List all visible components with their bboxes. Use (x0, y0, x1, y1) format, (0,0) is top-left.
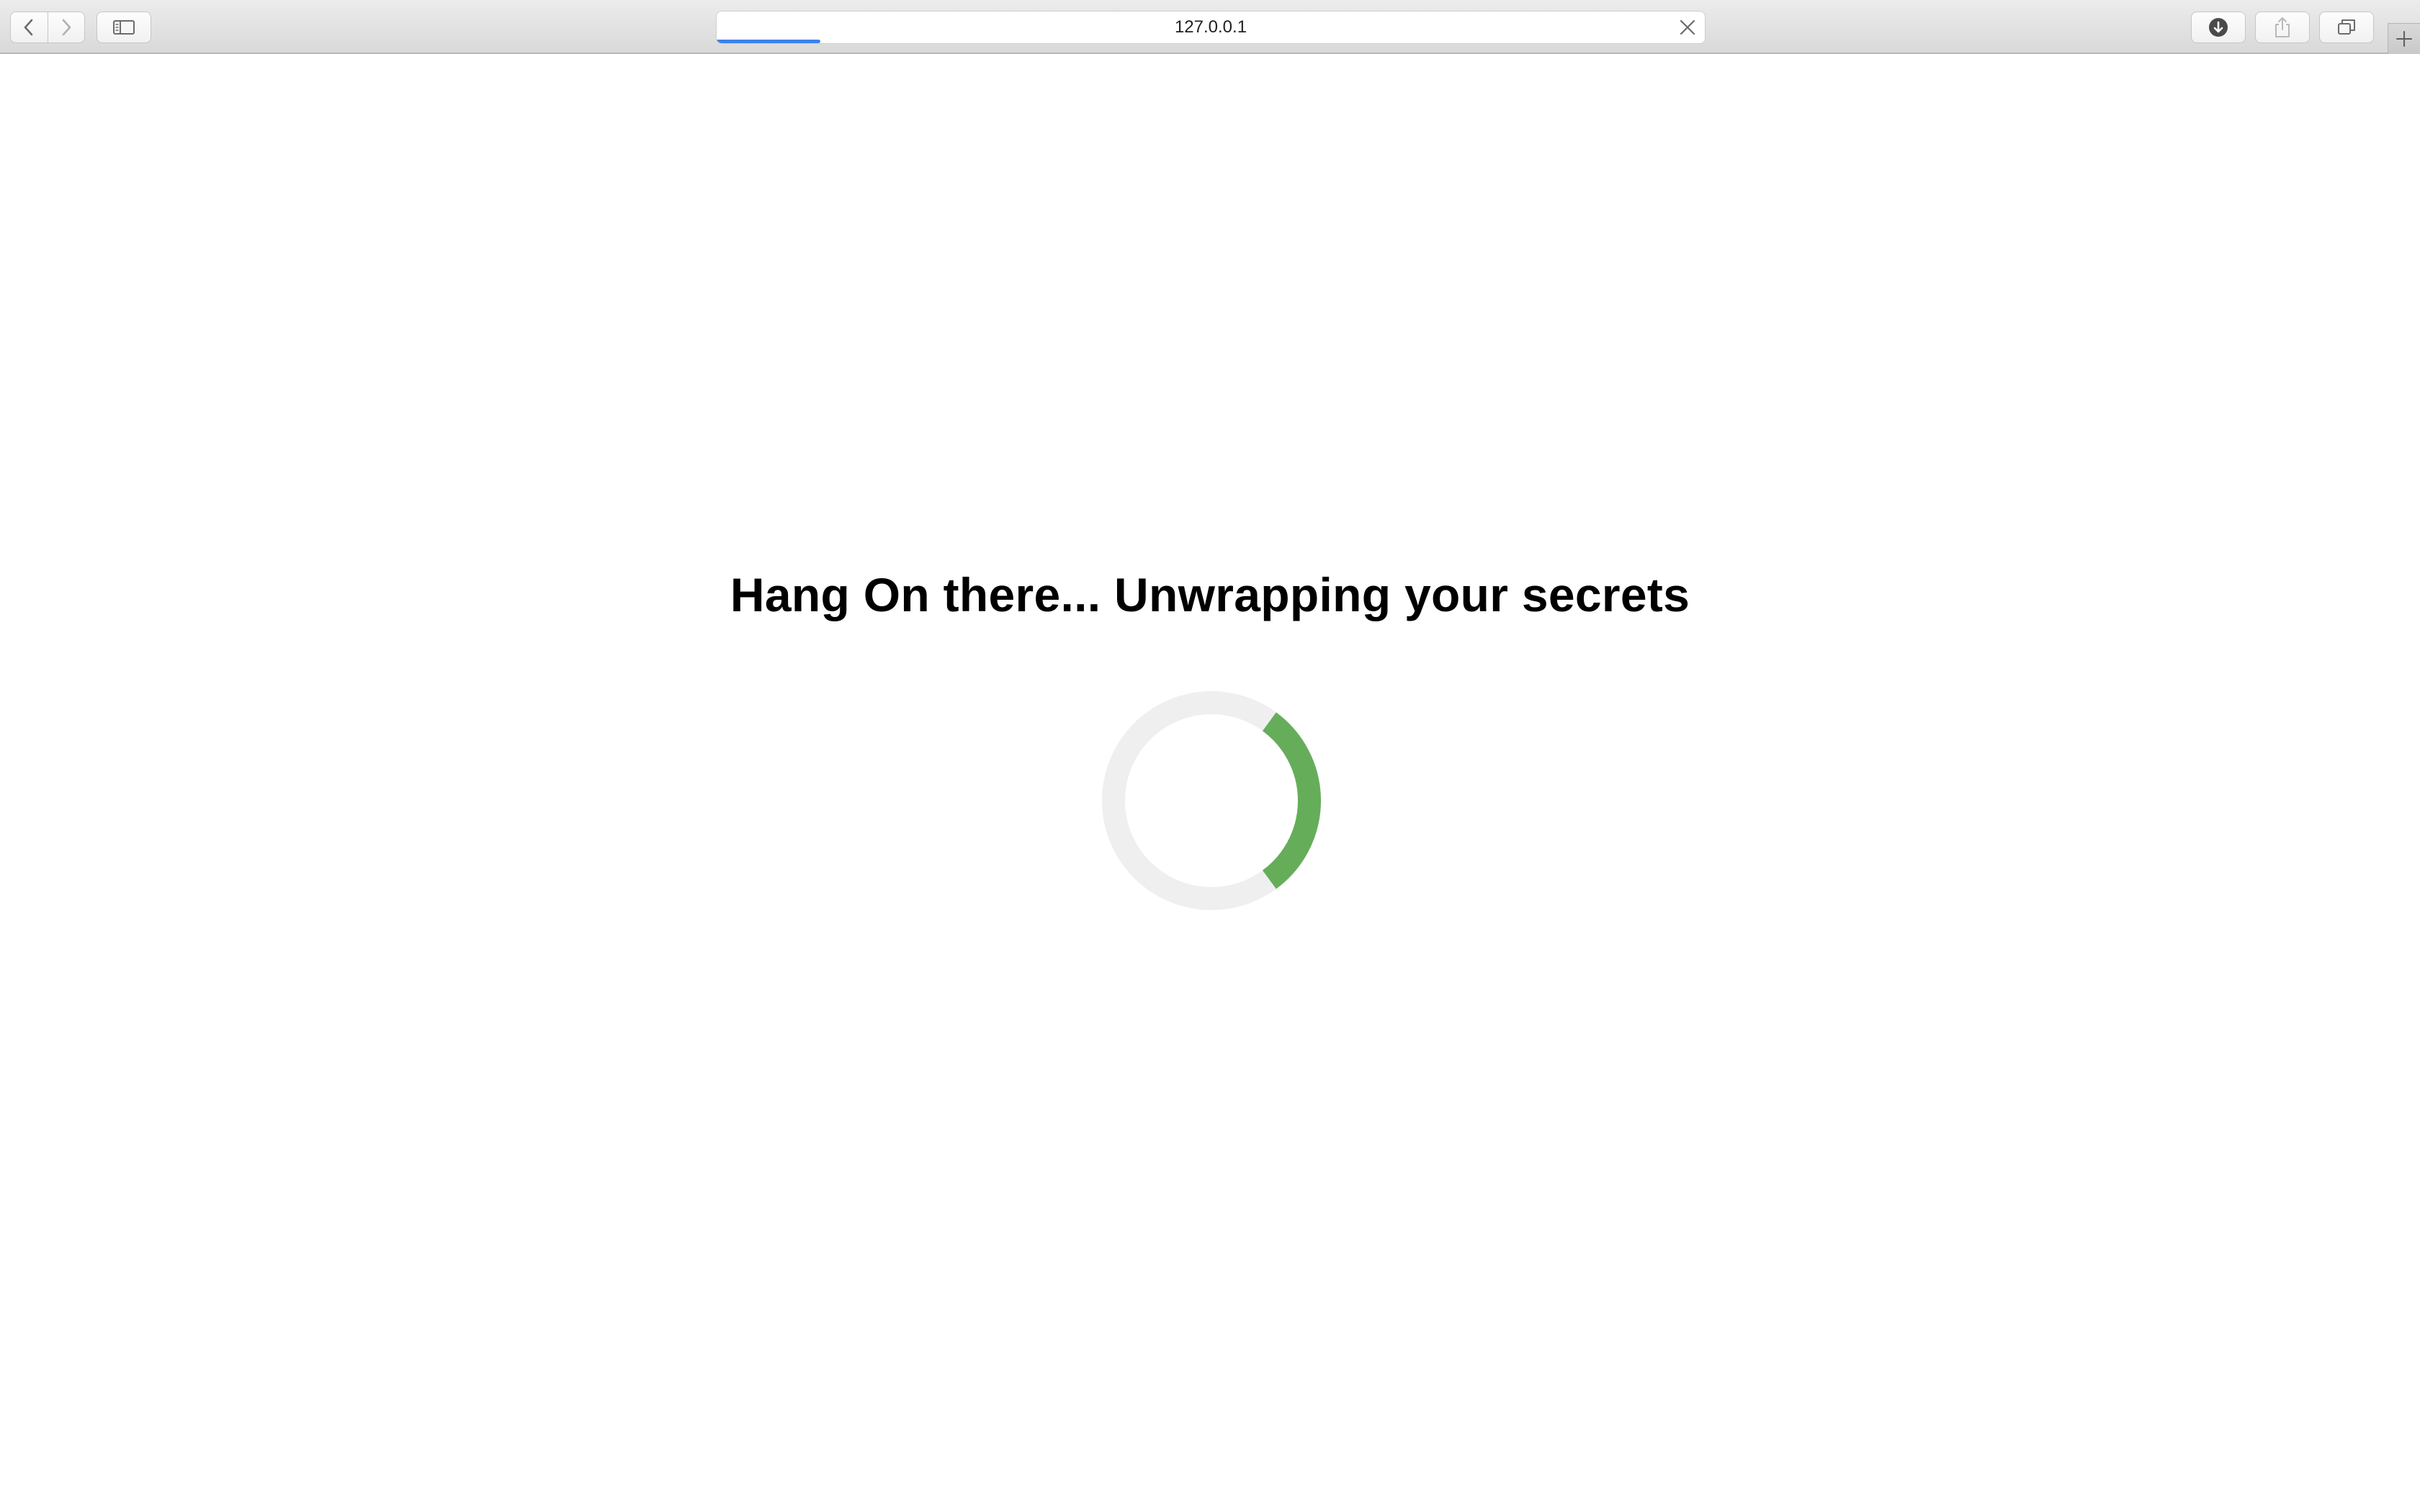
close-icon (1680, 19, 1695, 35)
chevron-left-icon (24, 19, 33, 36)
browser-toolbar: 127.0.0.1 (0, 0, 2420, 54)
sidebar-button[interactable] (97, 12, 151, 43)
address-bar[interactable]: 127.0.0.1 (716, 11, 1706, 44)
url-text[interactable]: 127.0.0.1 (717, 12, 1705, 43)
share-button[interactable] (2255, 12, 2310, 43)
navigation-buttons (10, 12, 85, 43)
back-button[interactable] (11, 12, 48, 42)
tabs-icon (2338, 19, 2355, 35)
forward-button[interactable] (47, 12, 85, 42)
chevron-right-icon (62, 19, 71, 36)
page-content: Hang On there... Unwrapping your secrets (0, 55, 2420, 1512)
stop-loading-button[interactable] (1677, 17, 1698, 37)
loading-spinner (1102, 691, 1321, 910)
show-tabs-button[interactable] (2319, 12, 2374, 43)
share-icon (2275, 17, 2290, 37)
download-icon (2209, 18, 2228, 37)
sidebar-icon (113, 20, 135, 35)
new-tab-button[interactable] (2388, 23, 2420, 54)
loading-heading: Hang On there... Unwrapping your secrets (730, 568, 1690, 621)
downloads-button[interactable] (2191, 12, 2246, 43)
page-load-progress-bar (717, 40, 821, 43)
spinner-arc (1262, 712, 1321, 889)
plus-icon (2396, 31, 2412, 47)
